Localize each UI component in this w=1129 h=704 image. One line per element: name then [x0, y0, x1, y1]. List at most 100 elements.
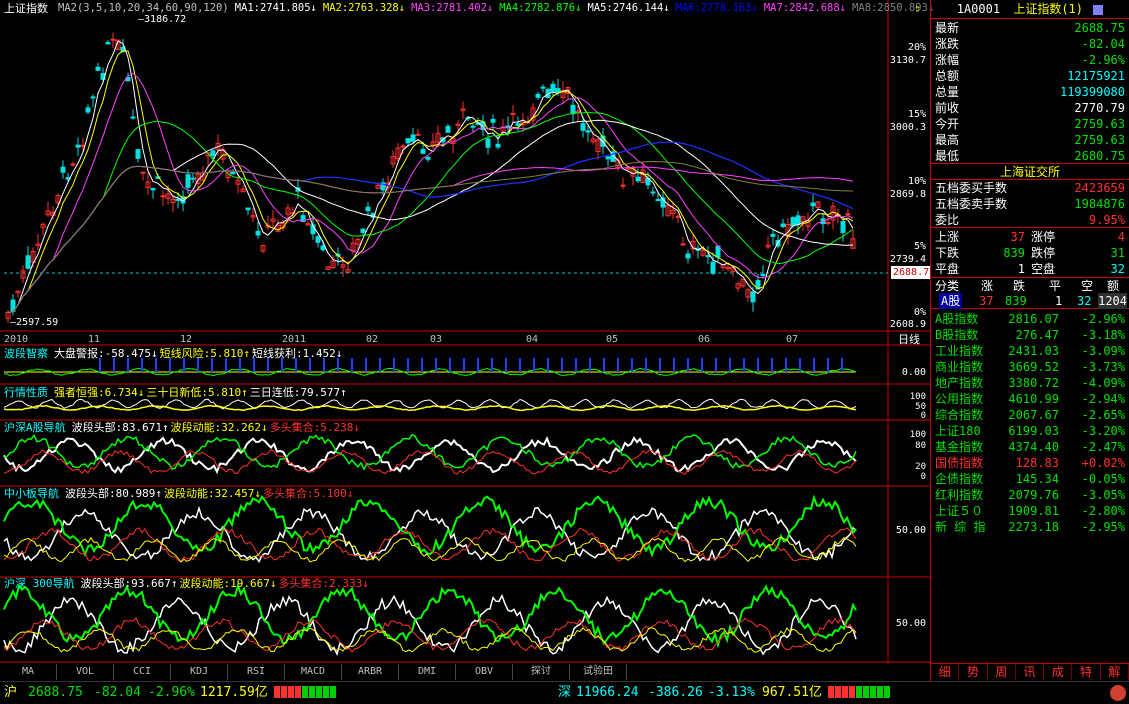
alert-icon[interactable]	[1110, 685, 1126, 701]
candle-body	[70, 163, 76, 166]
candle-body	[90, 96, 96, 99]
indicator-tab[interactable]: KDJ	[171, 664, 228, 680]
quote-panel-tab[interactable]: 细	[931, 664, 960, 680]
index-row[interactable]: 工业指数 2431.03 -3.09%	[935, 343, 1125, 359]
breadth-label: 上涨	[935, 230, 960, 244]
index-row[interactable]: 红利指数 2079.76 -3.05%	[935, 487, 1125, 503]
index-row[interactable]: A股指数 2816.07 -2.96%	[935, 311, 1125, 327]
order-book-label: 五档委卖手数	[935, 197, 1008, 211]
index-price: 145.34	[1015, 472, 1059, 486]
index-name: A股指数	[935, 312, 979, 326]
index-row[interactable]: 公用指数 4610.99 -2.94%	[935, 391, 1125, 407]
ind3-line-b	[3, 494, 857, 558]
index-row[interactable]: 企债指数 145.34 -0.05%	[935, 471, 1125, 487]
panel-toggle-icon[interactable]	[1093, 4, 1104, 15]
y-pct-10: 10%	[907, 176, 926, 187]
order-book-label: 五档委买手数	[935, 181, 1008, 195]
index-name: 企债指数	[935, 472, 984, 486]
y-val-3: 2739.4	[889, 254, 926, 265]
scroll-up-icon[interactable]: ⇧	[914, 2, 921, 15]
indicator-tab[interactable]: CCI	[114, 664, 171, 680]
period-label[interactable]: 日线	[898, 333, 920, 346]
candle-body	[415, 133, 421, 136]
candle-body	[510, 112, 516, 115]
quote-panel-tab[interactable]: 成	[1044, 664, 1073, 680]
index-row[interactable]: 新 综 指 2273.18 -2.95%	[935, 519, 1125, 535]
breadth-row: 上涨 37 涨停 4	[935, 229, 1125, 245]
breadth-row: 下跌 839 跌停 31	[935, 245, 1125, 261]
index-row[interactable]: 上证５０ 1909.81 -2.80%	[935, 503, 1125, 519]
exchange-label: 上海证交所	[931, 163, 1129, 180]
quote-panel-tab[interactable]: 解	[1101, 664, 1129, 680]
sz-label: 深	[558, 685, 572, 700]
indicator-title-4: 沪深 300导航 波段头部:93.667↑ 波段动能:19.667↓ 多头集合:2.3…	[4, 577, 371, 590]
candle-body	[185, 174, 191, 188]
candle-body	[705, 255, 711, 258]
index-price: 128.83	[1015, 456, 1059, 470]
high-marker-label: 3186.72	[144, 14, 187, 25]
sh-price: 2688.75	[28, 685, 83, 700]
indicator-tab[interactable]: DMI	[399, 664, 456, 680]
order-book-row: 五档委卖手数 1984876	[935, 196, 1125, 212]
chart-canvas[interactable]	[0, 0, 930, 664]
candle-body	[485, 138, 491, 148]
candle-body	[620, 184, 626, 187]
index-name: 红利指数	[935, 488, 984, 502]
index-row[interactable]: 上证180 6199.03 -3.20%	[935, 423, 1125, 439]
indicator-tab[interactable]: MA	[0, 664, 57, 680]
index-name: 新 综 指	[935, 520, 986, 534]
candle-body	[445, 125, 451, 133]
ma-legend-item: MA3:2781.402↓	[411, 2, 494, 14]
index-row[interactable]: B股指数 276.47 -3.18%	[935, 327, 1125, 343]
quote-row-label: 前收	[935, 101, 960, 115]
quote-panel-tab[interactable]: 特	[1072, 664, 1101, 680]
candle-body	[505, 125, 511, 128]
quote-panel-tab[interactable]: 周	[988, 664, 1016, 680]
sh-pct: -2.96%	[148, 685, 195, 700]
indicator-tab[interactable]: OBV	[456, 664, 513, 680]
indicator-tab[interactable]: 试验田	[570, 664, 627, 680]
quote-row-value: 2759.63	[1074, 133, 1125, 147]
breadth-value: 1	[1017, 262, 1025, 276]
index-price: 2067.67	[1008, 408, 1059, 422]
candle-body	[420, 149, 426, 154]
index-row[interactable]: 地产指数 3380.72 -4.09%	[935, 375, 1125, 391]
indicator-tab[interactable]: ARBR	[342, 664, 399, 680]
market-breadth: 上涨 37 涨停 4 下跌 839 跌停 31 平盘 1 空盘 32	[931, 227, 1129, 277]
indicator-tab-bar: MA VOL CCI KDJ RSI MACD ARBR DMI OBV 探讨 试验田	[0, 664, 660, 680]
index-row[interactable]: 综合指数 2067.67 -2.65%	[935, 407, 1125, 423]
indicator-tab[interactable]: MACD	[285, 664, 342, 680]
index-price: 1909.81	[1008, 504, 1059, 518]
indicator-value: 三十日新低:5.810↑	[146, 386, 248, 399]
index-change: -2.94%	[1081, 392, 1125, 406]
ind2-line-a	[3, 436, 857, 475]
candle-body	[255, 230, 261, 236]
chart-area[interactable]: 上证指数 MA2(3,5,10,20,34,60,90,120) MA1:2741…	[0, 0, 934, 681]
index-name: 工业指数	[935, 344, 984, 358]
quote-panel-tab[interactable]: 讯	[1016, 664, 1045, 680]
index-row[interactable]: 基金指数 4374.40 -2.47%	[935, 439, 1125, 455]
quote-panel-tab[interactable]: 势	[959, 664, 988, 680]
index-change: -2.80%	[1081, 504, 1125, 518]
index-price: 4374.40	[1008, 440, 1059, 454]
index-row[interactable]: 国债指数 128.83 +0.02%	[935, 455, 1125, 471]
sz-price: 11966.24	[576, 685, 639, 700]
indicator-name: 沪深 300导航	[4, 577, 75, 590]
candle-body	[550, 83, 556, 92]
index-change: -2.96%	[1081, 312, 1125, 326]
candle-body	[585, 130, 591, 133]
index-price: 3669.52	[1008, 360, 1059, 374]
class-header-cell: 额	[1107, 279, 1120, 293]
quote-row-label: 总量	[935, 85, 960, 99]
class-row[interactable]: A股 37 839 1 32 1204	[931, 293, 1129, 309]
candle-body	[840, 221, 846, 233]
indicator-tab[interactable]: VOL	[57, 664, 114, 680]
indicator-tab[interactable]: RSI	[228, 664, 285, 680]
index-row[interactable]: 商业指数 3669.52 -3.73%	[935, 359, 1125, 375]
index-price: 4610.99	[1008, 392, 1059, 406]
ma-legend: MA2(3,5,10,20,34,60,90,120) MA1:2741.805↓…	[58, 2, 940, 15]
x-label-02: 02	[366, 334, 379, 345]
sz-pct: -3.13%	[708, 685, 755, 700]
indicator-tab[interactable]: 探讨	[513, 664, 570, 680]
index-price: 2273.18	[1008, 520, 1059, 534]
